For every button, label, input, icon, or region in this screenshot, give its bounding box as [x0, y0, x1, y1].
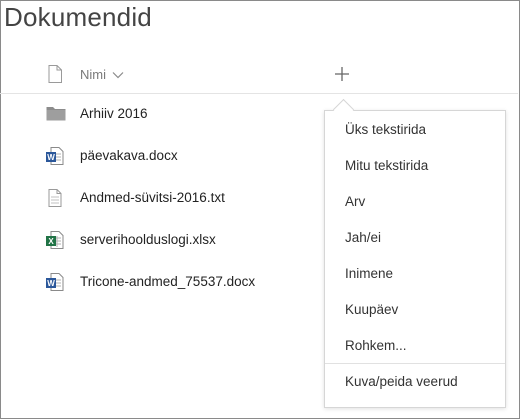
menu-item-label: Rohkem... [345, 338, 407, 353]
file-name[interactable]: Arhiiv 2016 [80, 106, 148, 121]
name-column-header[interactable]: Nimi [80, 67, 124, 82]
menu-item-more[interactable]: Rohkem... [325, 328, 505, 364]
column-header-row: Nimi [0, 60, 518, 94]
menu-item-number[interactable]: Arv [325, 184, 505, 220]
menu-item-label: Arv [345, 194, 366, 209]
menu-item-label: Jah/ei [345, 230, 382, 245]
menu-item-date[interactable]: Kuupäev [325, 292, 505, 328]
menu-item-multiple-lines-text[interactable]: Mitu tekstirida [325, 148, 505, 184]
plus-icon [335, 67, 349, 81]
menu-item-label: Mitu tekstirida [345, 158, 429, 173]
menu-item-label: Üks tekstirida [345, 122, 427, 137]
file-name[interactable]: Tricone-andmed_75537.docx [80, 274, 255, 289]
menu-item-label: Kuupäev [345, 302, 399, 317]
menu-item-label: Kuva/peida veerud [345, 374, 458, 389]
add-column-menu: Üks tekstirida Mitu tekstirida Arv Jah/e… [324, 110, 506, 408]
file-row-serverihoolduslogi[interactable]: X serverihoolduslogi.xlsx [0, 222, 320, 258]
file-row-paevakava[interactable]: W päevakava.docx [0, 138, 320, 174]
menu-item-yes-no[interactable]: Jah/ei [325, 220, 505, 256]
chevron-down-icon [112, 67, 124, 82]
file-row-arhiiv[interactable]: Arhiiv 2016 [0, 96, 320, 132]
file-name[interactable]: serverihoolduslogi.xlsx [80, 232, 216, 247]
excel-doc-icon: X [46, 231, 66, 249]
file-row-andmed-txt[interactable]: Andmed-süvitsi-2016.txt [0, 180, 320, 216]
folder-icon [46, 105, 66, 123]
add-column-button[interactable] [330, 62, 354, 86]
text-file-icon [46, 189, 66, 207]
file-row-tricone[interactable]: W Tricone-andmed_75537.docx [0, 264, 320, 300]
document-type-icon[interactable] [48, 65, 62, 88]
menu-item-show-hide-columns[interactable]: Kuva/peida veerud [325, 364, 505, 400]
svg-text:W: W [47, 153, 55, 162]
name-column-label: Nimi [80, 67, 106, 82]
word-doc-icon: W [46, 147, 66, 165]
menu-item-label: Inimene [345, 266, 394, 281]
file-name[interactable]: päevakava.docx [80, 148, 178, 163]
svg-text:X: X [48, 237, 54, 246]
page-title: Dokumendid [4, 2, 152, 32]
svg-text:W: W [47, 279, 55, 288]
file-name[interactable]: Andmed-süvitsi-2016.txt [80, 190, 225, 205]
menu-item-person[interactable]: Inimene [325, 256, 505, 292]
menu-item-single-line-text[interactable]: Üks tekstirida [325, 112, 505, 148]
word-doc-icon: W [46, 273, 66, 291]
